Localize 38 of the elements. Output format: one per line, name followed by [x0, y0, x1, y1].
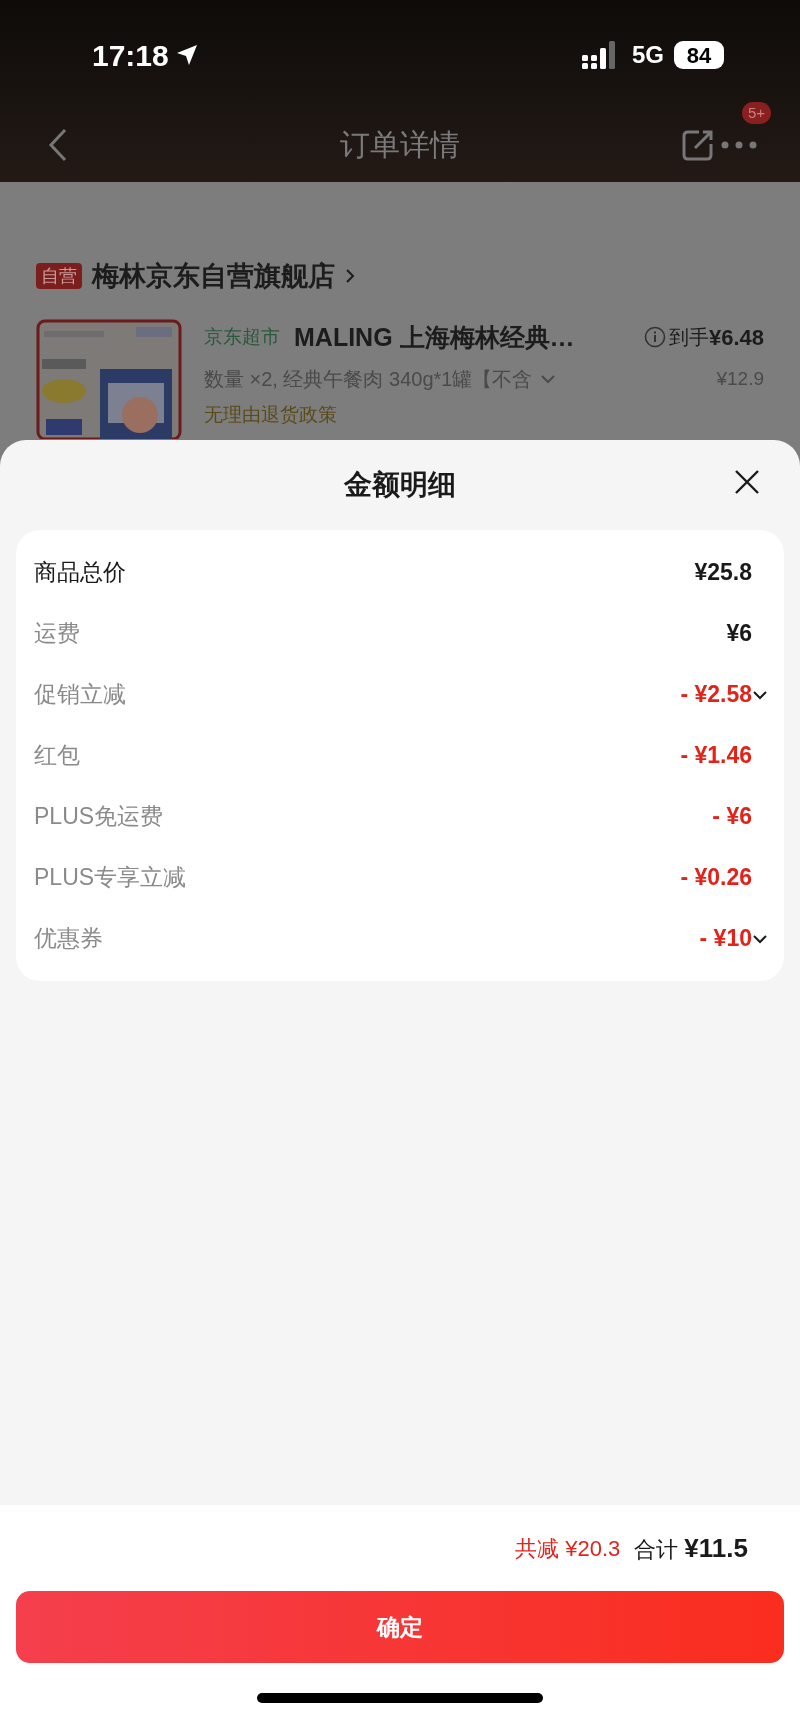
row-amount: ¥6 [726, 619, 752, 649]
channel-label: 京东超市 [204, 325, 280, 349]
row-amount: - ¥0.26 [680, 863, 752, 893]
final-price: ¥6.48 [708, 323, 764, 352]
info-icon[interactable] [643, 326, 666, 349]
price-label: 到手 [668, 325, 709, 351]
row-label: PLUS免运费 [34, 802, 164, 832]
product-title[interactable]: MALING 上海梅林经典… [294, 318, 575, 356]
chevron-down-icon[interactable] [752, 933, 768, 944]
total-amount: ¥11.5 [684, 1531, 748, 1565]
row-amount: - ¥10 [699, 924, 752, 954]
sheet-title: 金额明细 [344, 468, 456, 502]
row-amount: - ¥1.46 [680, 741, 752, 771]
status-time: 17:18 [92, 37, 169, 74]
row-label: PLUS专享立减 [34, 863, 187, 893]
battery-indicator: 84 [674, 41, 724, 69]
store-badge: 自营 [36, 263, 82, 290]
row-label: 运费 [34, 619, 80, 649]
share-icon[interactable] [681, 128, 715, 162]
close-icon[interactable] [734, 469, 760, 495]
confirm-button[interactable]: 确定 [16, 1591, 784, 1663]
row-label: 红包 [34, 741, 80, 771]
row-amount: - ¥2.58 [680, 680, 752, 710]
row-label: 商品总价 [34, 558, 126, 588]
chevron-down-icon[interactable] [752, 689, 768, 700]
return-policy: 无理由退货政策 [204, 404, 337, 426]
store-name[interactable]: 梅林京东自营旗舰店 [92, 256, 335, 297]
row-label: 优惠券 [34, 924, 103, 954]
network-label: 5G [632, 40, 664, 70]
more-icon[interactable] [720, 140, 758, 150]
row-amount: ¥25.8 [694, 558, 752, 588]
page-title: 订单详情 [340, 126, 460, 163]
row-amount: - ¥6 [712, 802, 752, 832]
total-label: 合计 [634, 1535, 679, 1564]
notification-badge: 5+ [742, 102, 772, 124]
back-icon[interactable] [48, 128, 68, 162]
saved-amount: 共减 ¥20.3 [515, 1534, 621, 1563]
row-label: 促销立减 [34, 680, 126, 710]
